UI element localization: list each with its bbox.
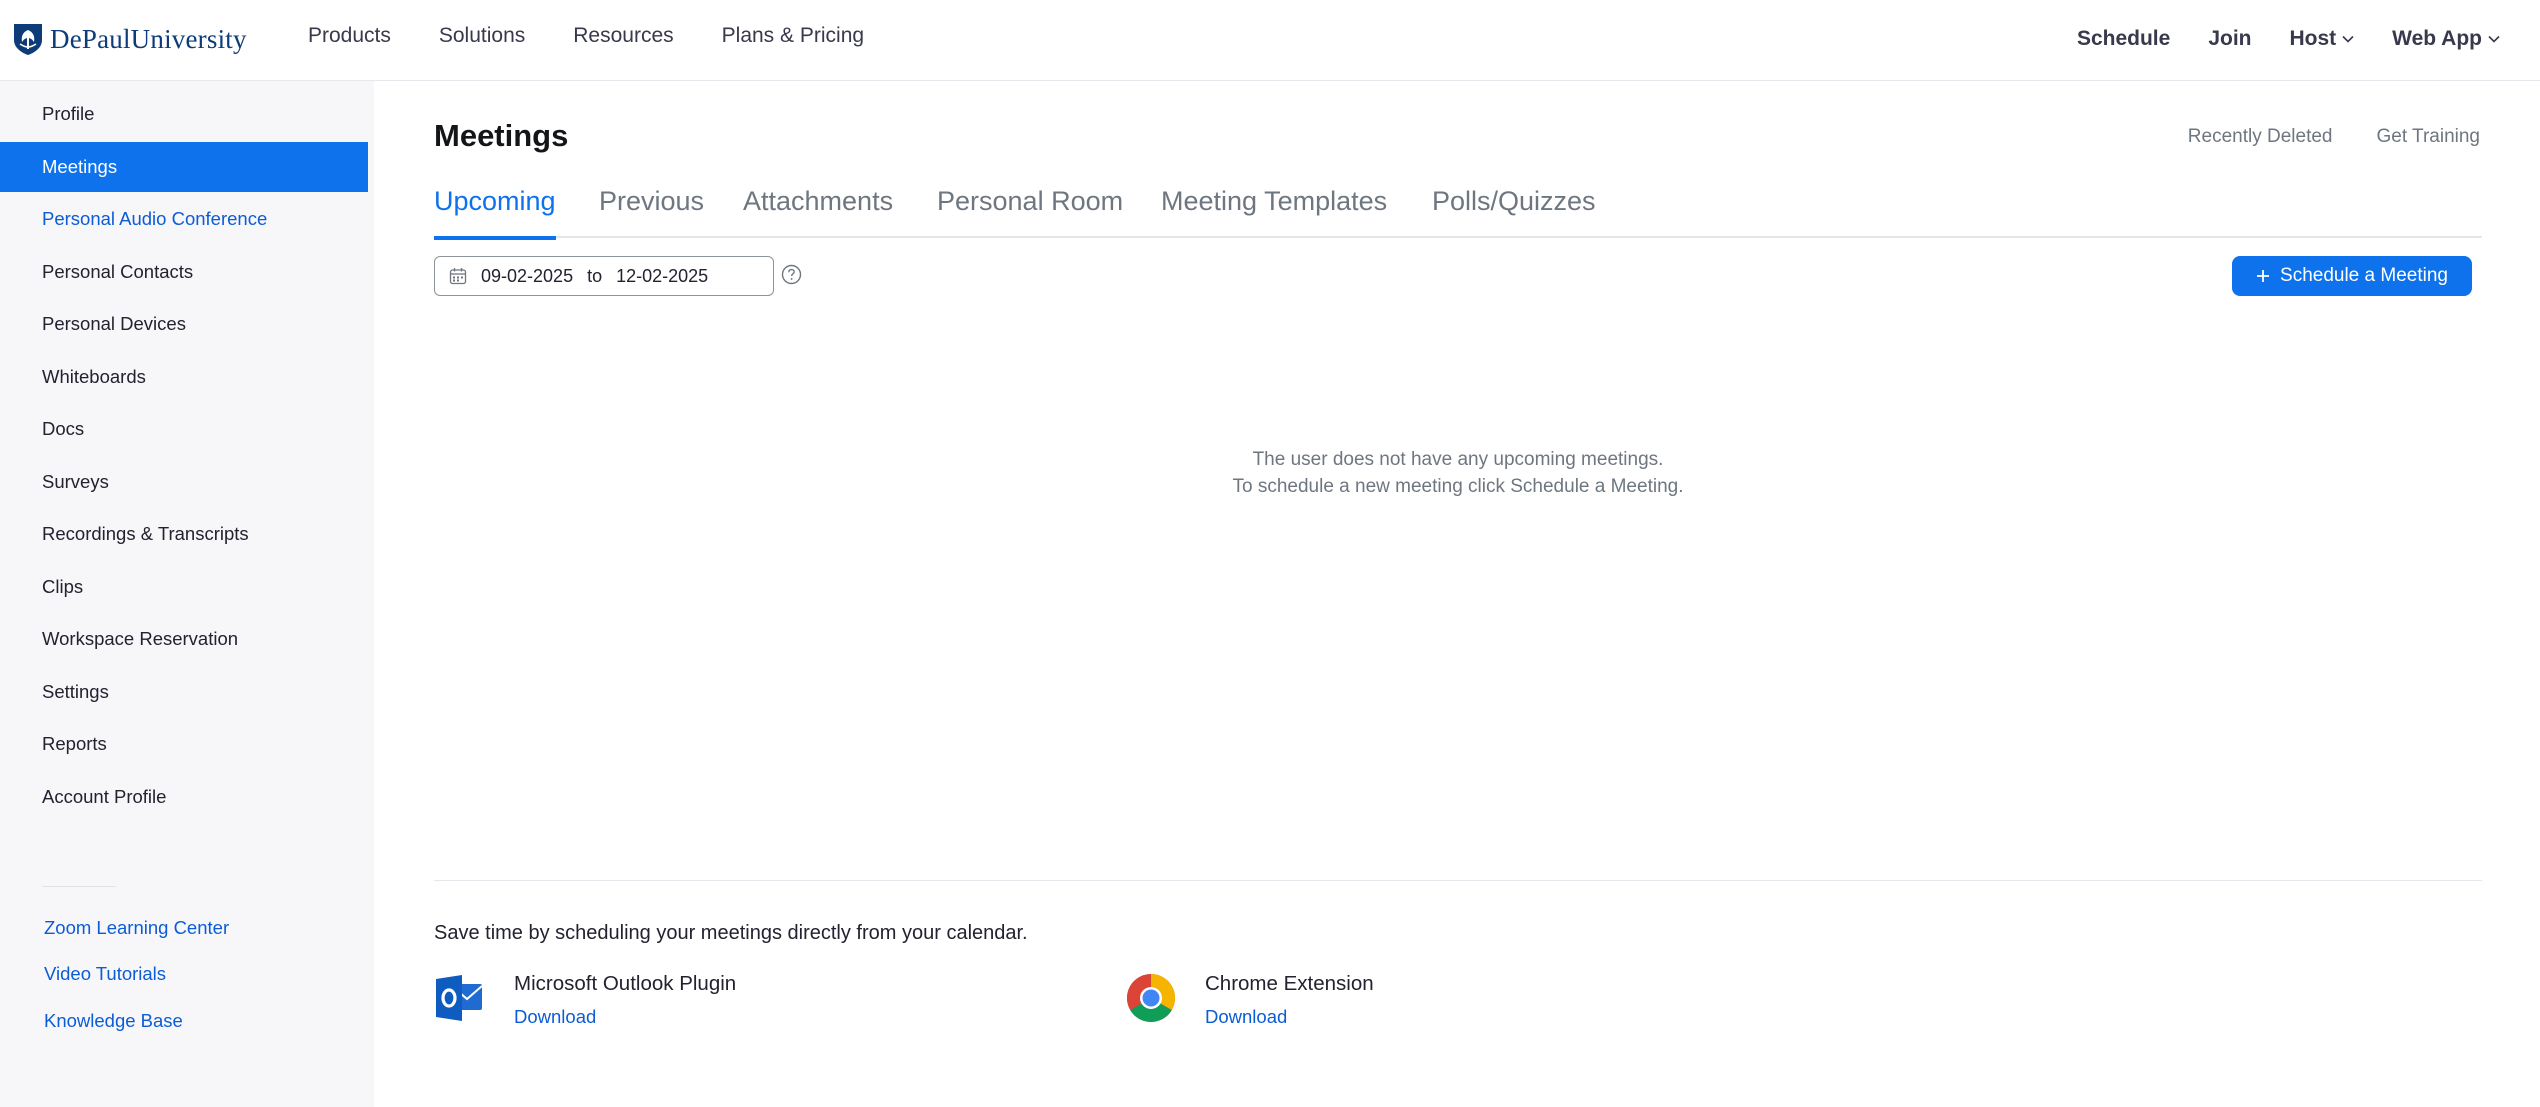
calendar-icon bbox=[449, 268, 467, 285]
get-training-link[interactable]: Get Training bbox=[2377, 126, 2481, 148]
sidebar-item-workspace-reservation[interactable]: Workspace Reservation bbox=[0, 614, 368, 664]
sidebar-item-recordings-transcripts[interactable]: Recordings & Transcripts bbox=[0, 509, 368, 559]
nav-host-label: Host bbox=[2289, 27, 2337, 50]
depaul-shield-logo-icon bbox=[14, 24, 42, 55]
help-link-video-tutorials[interactable]: Video Tutorials bbox=[44, 963, 166, 985]
help-link-knowledge-base[interactable]: Knowledge Base bbox=[44, 1010, 183, 1032]
nav-host-dropdown[interactable]: Host bbox=[2290, 27, 2355, 51]
content-divider bbox=[434, 880, 2482, 881]
logo-text: DePaulUniversity bbox=[50, 23, 247, 54]
empty-state-message: The user does not have any upcoming meet… bbox=[434, 446, 2482, 500]
outlook-plugin: Microsoft Outlook Plugin Download bbox=[434, 972, 736, 1028]
page-top-links: Recently Deleted Get Training bbox=[2188, 126, 2480, 148]
chrome-extension-text: Chrome Extension Download bbox=[1205, 972, 1374, 1028]
outlook-plugin-name: Microsoft Outlook Plugin bbox=[514, 972, 737, 995]
nav-join-label: Join bbox=[2208, 27, 2252, 50]
sidebar-item-personal-devices[interactable]: Personal Devices bbox=[0, 299, 368, 349]
schedule-meeting-button[interactable]: Schedule a Meeting bbox=[2232, 256, 2472, 296]
secondary-nav: Schedule Join Host Web App bbox=[2077, 27, 2500, 51]
tab-polls-quizzes[interactable]: Polls/Quizzes bbox=[1432, 186, 1596, 238]
tab-attachments[interactable]: Attachments bbox=[743, 186, 893, 238]
sidebar-item-docs[interactable]: Docs bbox=[0, 404, 368, 454]
tab-previous[interactable]: Previous bbox=[599, 186, 704, 238]
tab-meeting-templates[interactable]: Meeting Templates bbox=[1161, 186, 1387, 238]
calendar-tip: Save time by scheduling your meetings di… bbox=[434, 922, 1028, 944]
sidebar-item-reports[interactable]: Reports bbox=[0, 719, 368, 769]
chrome-download-link[interactable]: Download bbox=[1205, 1006, 1374, 1028]
sidebar-item-account-profile[interactable]: Account Profile bbox=[0, 772, 368, 822]
primary-nav: Products Solutions Resources Plans & Pri… bbox=[308, 24, 912, 48]
plus-icon bbox=[2257, 270, 2270, 282]
tab-upcoming[interactable]: Upcoming bbox=[434, 186, 556, 240]
nav-plans-pricing[interactable]: Plans & Pricing bbox=[722, 24, 864, 48]
help-circle-icon[interactable] bbox=[781, 264, 802, 285]
date-separator: to bbox=[587, 265, 603, 286]
sidebar-item-personal-audio-conference[interactable]: Personal Audio Conference bbox=[0, 194, 368, 244]
sidebar-item-meetings[interactable]: Meetings bbox=[0, 142, 368, 192]
outlook-download-link[interactable]: Download bbox=[514, 1006, 736, 1028]
empty-state-line-1: The user does not have any upcoming meet… bbox=[1252, 449, 1664, 470]
top-navigation: DePaulUniversity Products Solutions Reso… bbox=[0, 0, 2540, 81]
chevron-down-icon bbox=[2342, 35, 2354, 43]
sidebar-divider bbox=[42, 886, 116, 887]
date-range-picker[interactable]: 09-02-2025 to 12-02-2025 bbox=[434, 256, 774, 296]
chevron-down-icon bbox=[2488, 35, 2500, 43]
empty-state-line-2: To schedule a new meeting click Schedule… bbox=[1232, 476, 1684, 497]
meetings-tabs: Upcoming Previous Attachments Personal R… bbox=[434, 186, 2482, 240]
recently-deleted-link[interactable]: Recently Deleted bbox=[2188, 126, 2333, 148]
date-to[interactable]: 12-02-2025 bbox=[616, 266, 708, 287]
nav-resources[interactable]: Resources bbox=[573, 24, 673, 48]
page-title: Meetings bbox=[434, 118, 569, 153]
outlook-plugin-text: Microsoft Outlook Plugin Download bbox=[514, 972, 736, 1028]
nav-web-app-label: Web App bbox=[2392, 27, 2482, 50]
sidebar-item-clips[interactable]: Clips bbox=[0, 562, 368, 612]
sidebar-item-personal-contacts[interactable]: Personal Contacts bbox=[0, 247, 368, 297]
chrome-extension: Chrome Extension Download bbox=[1125, 972, 1374, 1028]
outlook-icon bbox=[436, 975, 483, 1021]
sidebar-item-settings[interactable]: Settings bbox=[0, 667, 368, 717]
nav-products[interactable]: Products bbox=[308, 24, 391, 48]
help-link-zoom-learning-center[interactable]: Zoom Learning Center bbox=[44, 917, 229, 939]
nav-join[interactable]: Join bbox=[2208, 27, 2251, 51]
schedule-meeting-label: Schedule a Meeting bbox=[2280, 265, 2448, 286]
chrome-icon bbox=[1126, 974, 1176, 1023]
nav-web-app-dropdown[interactable]: Web App bbox=[2392, 27, 2500, 51]
depaul-logo[interactable]: DePaulUniversity bbox=[12, 22, 247, 56]
nav-schedule-label: Schedule bbox=[2076, 27, 2171, 50]
nav-schedule[interactable]: Schedule bbox=[2077, 27, 2170, 51]
sidebar-item-surveys[interactable]: Surveys bbox=[0, 457, 368, 507]
tab-personal-room[interactable]: Personal Room bbox=[937, 186, 1123, 238]
chrome-extension-name: Chrome Extension bbox=[1205, 972, 1374, 995]
sidebar-item-whiteboards[interactable]: Whiteboards bbox=[0, 352, 368, 402]
date-from[interactable]: 09-02-2025 bbox=[481, 266, 573, 287]
nav-solutions[interactable]: Solutions bbox=[439, 24, 525, 48]
sidebar-item-profile[interactable]: Profile bbox=[0, 89, 368, 139]
sidebar: Profile Meetings Personal Audio Conferen… bbox=[0, 81, 374, 1107]
